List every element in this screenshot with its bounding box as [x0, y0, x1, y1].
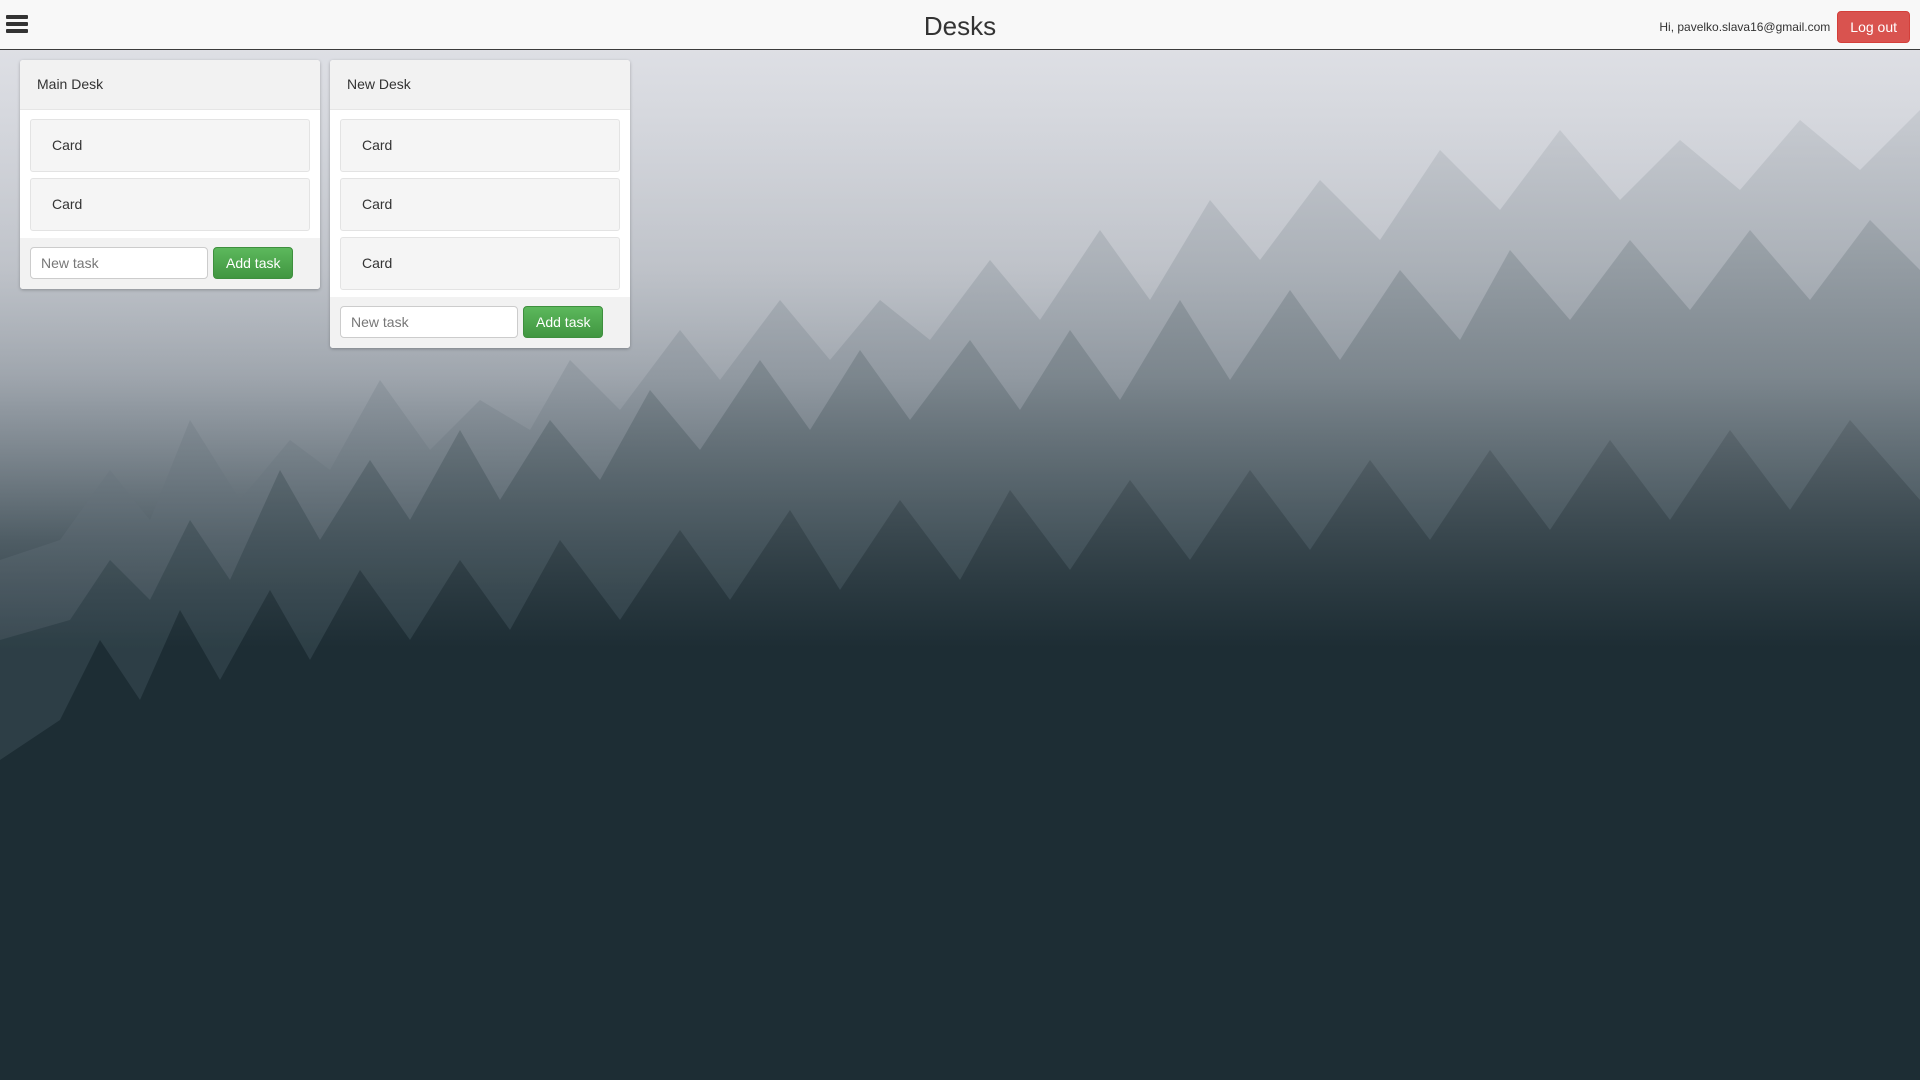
top-navbar: Desks Hi, pavelko.slava16@gmail.com Log … [0, 0, 1920, 50]
task-card[interactable]: Card [30, 178, 310, 231]
desk-card-list: Card Card [20, 110, 320, 238]
add-task-button[interactable]: Add task [523, 306, 604, 338]
desks-container: Main Desk Card Card Add task New Desk Ca… [20, 60, 630, 348]
desk-new: New Desk Card Card Card Add task [330, 60, 630, 348]
task-card[interactable]: Card [340, 178, 620, 231]
task-card[interactable]: Card [30, 119, 310, 172]
new-task-input[interactable] [340, 306, 518, 338]
desk-title[interactable]: New Desk [330, 60, 630, 110]
page-title: Desks [923, 11, 997, 41]
desk-main: Main Desk Card Card Add task [20, 60, 320, 289]
task-card[interactable]: Card [340, 237, 620, 290]
desk-footer: Add task [20, 238, 320, 289]
task-card[interactable]: Card [340, 119, 620, 172]
logout-button[interactable]: Log out [1837, 11, 1910, 43]
add-task-button[interactable]: Add task [213, 247, 294, 279]
desk-title[interactable]: Main Desk [20, 60, 320, 110]
desk-footer: Add task [330, 297, 630, 348]
new-task-input[interactable] [30, 247, 208, 279]
user-greeting: Hi, pavelko.slava16@gmail.com [1659, 20, 1831, 34]
user-area: Hi, pavelko.slava16@gmail.com Log out [1659, 11, 1910, 43]
desk-card-list: Card Card Card [330, 110, 630, 297]
